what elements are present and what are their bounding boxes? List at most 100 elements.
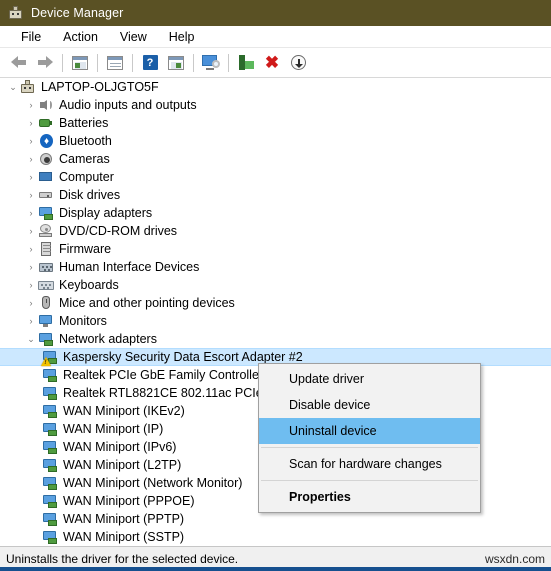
monitor-icon	[38, 313, 54, 329]
tree-category-network-adapters[interactable]: ⌄ Network adapters	[0, 330, 551, 348]
display-adapter-icon	[38, 205, 54, 221]
tree-category-label: Bluetooth	[59, 134, 112, 148]
tree-category-label: Computer	[59, 170, 114, 184]
chevron-right-icon[interactable]: ›	[24, 240, 38, 258]
network-device-icon	[42, 439, 58, 455]
tree-root-node[interactable]: ⌄ LAPTOP-OLJGTO5F	[0, 78, 551, 96]
network-device-icon	[42, 511, 58, 527]
network-device-icon	[42, 421, 58, 437]
chevron-right-icon[interactable]: ›	[24, 114, 38, 132]
tree-device-label: WAN Miniport (L2TP)	[63, 458, 182, 472]
enable-device-button[interactable]	[233, 51, 259, 75]
bluetooth-icon: ♦	[38, 133, 54, 149]
menu-item-help[interactable]: Help	[158, 29, 206, 45]
context-menu[interactable]: Update driver Disable device Uninstall d…	[258, 363, 481, 513]
hid-icon	[38, 259, 54, 275]
tree-category-monitors[interactable]: › Monitors	[0, 312, 551, 330]
tree-category-cameras[interactable]: › Cameras	[0, 150, 551, 168]
tree-device-label: Kaspersky Security Data Escort Adapter #…	[63, 350, 303, 364]
show-hide-console-tree-button[interactable]	[67, 51, 93, 75]
tree-device-label: Realtek PCIe GbE Family Controller	[63, 368, 264, 382]
chevron-right-icon[interactable]: ›	[24, 258, 38, 276]
camera-icon	[38, 151, 54, 167]
tree-device-label: WAN Miniport (IKEv2)	[63, 404, 185, 418]
chevron-down-icon[interactable]: ⌄	[24, 330, 38, 348]
tree-category-keyboards[interactable]: › Keyboards	[0, 276, 551, 294]
help-button[interactable]: ?	[137, 51, 163, 75]
show-hide-action-pane-button[interactable]	[163, 51, 189, 75]
chevron-right-icon[interactable]: ›	[24, 294, 38, 312]
tree-category-batteries[interactable]: › Batteries	[0, 114, 551, 132]
menu-bar: File Action View Help	[0, 26, 551, 48]
chevron-right-icon[interactable]: ›	[24, 204, 38, 222]
disk-drive-icon	[38, 187, 54, 203]
network-adapter-icon	[38, 331, 54, 347]
toolbar-separator	[228, 53, 229, 72]
title-bar: Device Manager	[0, 0, 551, 26]
uninstall-device-icon: ✖	[264, 53, 280, 72]
menu-item-view[interactable]: View	[109, 29, 158, 45]
back-button[interactable]	[6, 51, 32, 75]
tree-category-dvd-drives[interactable]: › DVD/CD-ROM drives	[0, 222, 551, 240]
speaker-icon	[38, 97, 54, 113]
network-device-icon	[42, 493, 58, 509]
properties-icon	[107, 55, 123, 70]
context-menu-item-scan-hardware-changes[interactable]: Scan for hardware changes	[259, 451, 480, 477]
network-device-icon	[42, 403, 58, 419]
show-hide-action-pane-icon	[168, 55, 184, 70]
context-menu-item-update-driver[interactable]: Update driver	[259, 366, 480, 392]
battery-icon	[38, 115, 54, 131]
tree-category-label: Batteries	[59, 116, 109, 130]
bottom-strip	[0, 567, 551, 571]
network-device-icon	[42, 367, 58, 383]
tree-category-disk-drives[interactable]: › Disk drives	[0, 186, 551, 204]
forward-arrow-icon	[37, 56, 53, 69]
properties-button[interactable]	[102, 51, 128, 75]
device-manager-window: Device Manager File Action View Help ? ✖…	[0, 0, 551, 571]
tree-category-computer[interactable]: › Computer	[0, 168, 551, 186]
context-menu-separator	[261, 447, 478, 448]
tree-category-label: Disk drives	[59, 188, 121, 202]
keyboard-icon	[38, 277, 54, 293]
watermark: wsxdn.com	[484, 552, 545, 566]
menu-item-file[interactable]: File	[10, 29, 52, 45]
tree-category-mice[interactable]: › Mice and other pointing devices	[0, 294, 551, 312]
chevron-right-icon[interactable]: ›	[24, 132, 38, 150]
chevron-right-icon[interactable]: ›	[24, 312, 38, 330]
forward-button[interactable]	[32, 51, 58, 75]
chevron-down-icon[interactable]: ⌄	[6, 78, 20, 96]
computer-root-icon	[20, 79, 36, 95]
chevron-right-icon[interactable]: ›	[24, 222, 38, 240]
tree-category-hid[interactable]: › Human Interface Devices	[0, 258, 551, 276]
tree-category-firmware[interactable]: › Firmware	[0, 240, 551, 258]
tree-device-label: WAN Miniport (SSTP)	[63, 530, 185, 544]
context-menu-item-disable-device[interactable]: Disable device	[259, 392, 480, 418]
chevron-right-icon[interactable]: ›	[24, 150, 38, 168]
device-manager-icon	[8, 6, 23, 20]
toolbar: ? ✖	[0, 48, 551, 78]
tree-category-label: Mice and other pointing devices	[59, 296, 235, 310]
uninstall-device-button[interactable]: ✖	[259, 51, 285, 75]
tree-device-label: WAN Miniport (Network Monitor)	[63, 476, 243, 490]
help-icon: ?	[142, 55, 158, 70]
mouse-icon	[38, 295, 54, 311]
show-hide-console-tree-icon	[72, 55, 88, 70]
context-menu-item-uninstall-device[interactable]: Uninstall device	[259, 418, 480, 444]
context-menu-separator	[261, 480, 478, 481]
tree-category-display-adapters[interactable]: › Display adapters	[0, 204, 551, 222]
tree-category-label: Network adapters	[59, 332, 157, 346]
toolbar-separator	[62, 53, 63, 72]
tree-category-bluetooth[interactable]: › ♦ Bluetooth	[0, 132, 551, 150]
update-driver-button[interactable]	[198, 51, 224, 75]
chevron-right-icon[interactable]: ›	[24, 96, 38, 114]
scan-hardware-changes-button[interactable]	[285, 51, 311, 75]
chevron-right-icon[interactable]: ›	[24, 168, 38, 186]
tree-category-audio[interactable]: › Audio inputs and outputs	[0, 96, 551, 114]
menu-item-action[interactable]: Action	[52, 29, 109, 45]
context-menu-item-properties[interactable]: Properties	[259, 484, 480, 510]
chevron-right-icon[interactable]: ›	[24, 276, 38, 294]
tree-device-label: WAN Miniport (IPv6)	[63, 440, 177, 454]
tree-root-label: LAPTOP-OLJGTO5F	[41, 80, 159, 94]
chevron-right-icon[interactable]: ›	[24, 186, 38, 204]
tree-device-wan-sstp[interactable]: WAN Miniport (SSTP)	[0, 528, 551, 546]
